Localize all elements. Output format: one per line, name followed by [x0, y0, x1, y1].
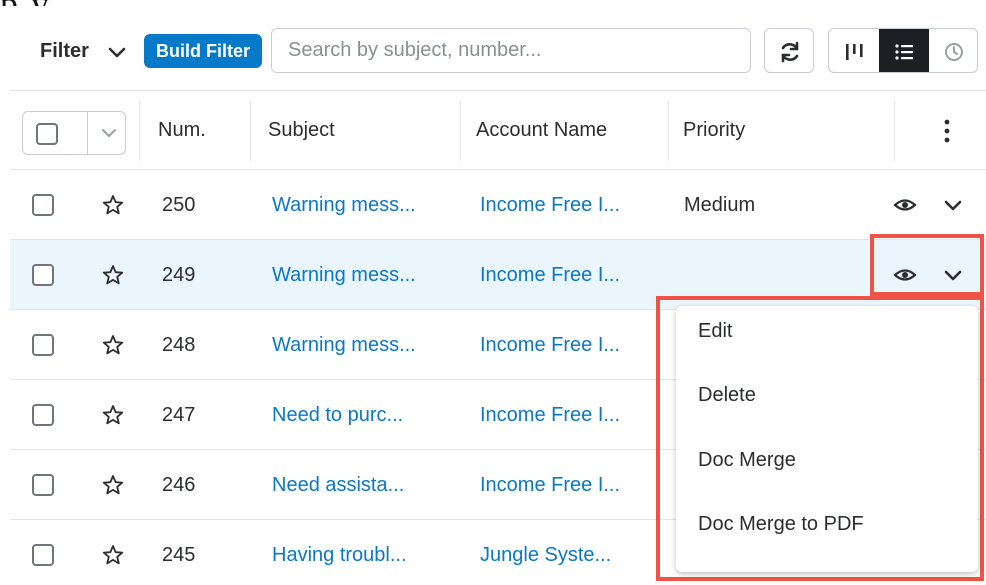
row-checkbox[interactable]	[32, 474, 54, 496]
divider	[87, 112, 88, 154]
star-icon[interactable]	[102, 194, 124, 216]
divider	[139, 101, 140, 161]
row-actions-menu: Edit Delete Doc Merge Doc Merge to PDF	[676, 306, 978, 572]
column-header-priority[interactable]: Priority	[683, 119, 745, 142]
account-link[interactable]: Jungle Syste...	[480, 544, 611, 567]
subject-link[interactable]: Warning mess...	[272, 264, 416, 287]
menu-item-edit[interactable]: Edit	[698, 320, 732, 343]
record-number: 249	[162, 264, 196, 286]
select-all-checkbox[interactable]	[36, 123, 58, 145]
table-row[interactable]: 250 Warning mess... Income Free I... Med…	[10, 170, 986, 240]
account-link[interactable]: Income Free I...	[480, 264, 620, 287]
menu-item-delete[interactable]: Delete	[698, 384, 756, 407]
mass-select-control[interactable]	[22, 111, 126, 155]
record-number: 246	[162, 474, 196, 496]
build-filter-button[interactable]: Build Filter	[144, 34, 262, 68]
menu-item-doc-merge[interactable]: Doc Merge	[698, 449, 796, 472]
kanban-view-button[interactable]	[829, 29, 879, 72]
list-toolbar: Filter Build Filter Search by subject, n…	[0, 26, 986, 76]
view-switcher	[828, 28, 978, 73]
kanban-icon	[846, 44, 863, 60]
divider	[668, 101, 669, 161]
activity-view-button[interactable]	[929, 29, 977, 72]
star-icon[interactable]	[102, 404, 124, 426]
account-link[interactable]: Income Free I...	[480, 474, 620, 497]
row-checkbox[interactable]	[32, 194, 54, 216]
record-number: 248	[162, 334, 196, 356]
chevron-down-icon[interactable]	[101, 126, 117, 140]
cropped-heading-text: p y	[0, 0, 986, 6]
kebab-icon[interactable]	[944, 119, 950, 143]
subject-link[interactable]: Warning mess...	[272, 194, 416, 217]
row-checkbox[interactable]	[32, 544, 54, 566]
account-link[interactable]: Income Free I...	[480, 404, 620, 427]
chevron-down-icon[interactable]	[108, 46, 126, 60]
account-link[interactable]: Income Free I...	[480, 194, 620, 217]
star-icon[interactable]	[102, 544, 124, 566]
subject-link[interactable]: Having troubl...	[272, 544, 407, 567]
column-header-account-name[interactable]: Account Name	[476, 119, 607, 142]
row-checkbox[interactable]	[32, 404, 54, 426]
record-number: 245	[162, 544, 196, 566]
refresh-button[interactable]	[764, 28, 814, 73]
divider	[894, 101, 895, 161]
row-checkbox[interactable]	[32, 334, 54, 356]
column-header-num[interactable]: Num.	[158, 119, 206, 142]
table-header: Num. Subject Account Name Priority	[10, 90, 986, 170]
account-link[interactable]: Income Free I...	[480, 334, 620, 357]
row-checkbox[interactable]	[32, 264, 54, 286]
menu-item-doc-merge-to-pdf[interactable]: Doc Merge to PDF	[698, 513, 864, 536]
row-actions-callout	[870, 234, 984, 296]
divider	[250, 101, 251, 161]
search-input[interactable]: Search by subject, number...	[271, 28, 751, 73]
clock-icon	[945, 43, 963, 61]
record-number: 247	[162, 404, 196, 426]
divider	[460, 101, 461, 161]
filter-label[interactable]: Filter	[40, 40, 89, 63]
record-number: 250	[162, 194, 196, 216]
star-icon[interactable]	[102, 334, 124, 356]
subject-link[interactable]: Warning mess...	[272, 334, 416, 357]
star-icon[interactable]	[102, 264, 124, 286]
list-view-button[interactable]	[879, 29, 929, 72]
column-header-subject[interactable]: Subject	[268, 119, 335, 142]
priority-value: Medium	[684, 194, 756, 216]
list-icon	[895, 44, 913, 60]
row-actions-menu-callout: Edit Delete Doc Merge Doc Merge to PDF	[656, 296, 984, 581]
refresh-icon	[781, 41, 799, 63]
chevron-down-icon[interactable]	[944, 200, 962, 212]
eye-icon[interactable]	[893, 196, 917, 214]
star-icon[interactable]	[102, 474, 124, 496]
subject-link[interactable]: Need assista...	[272, 474, 404, 497]
subject-link[interactable]: Need to purc...	[272, 404, 403, 427]
